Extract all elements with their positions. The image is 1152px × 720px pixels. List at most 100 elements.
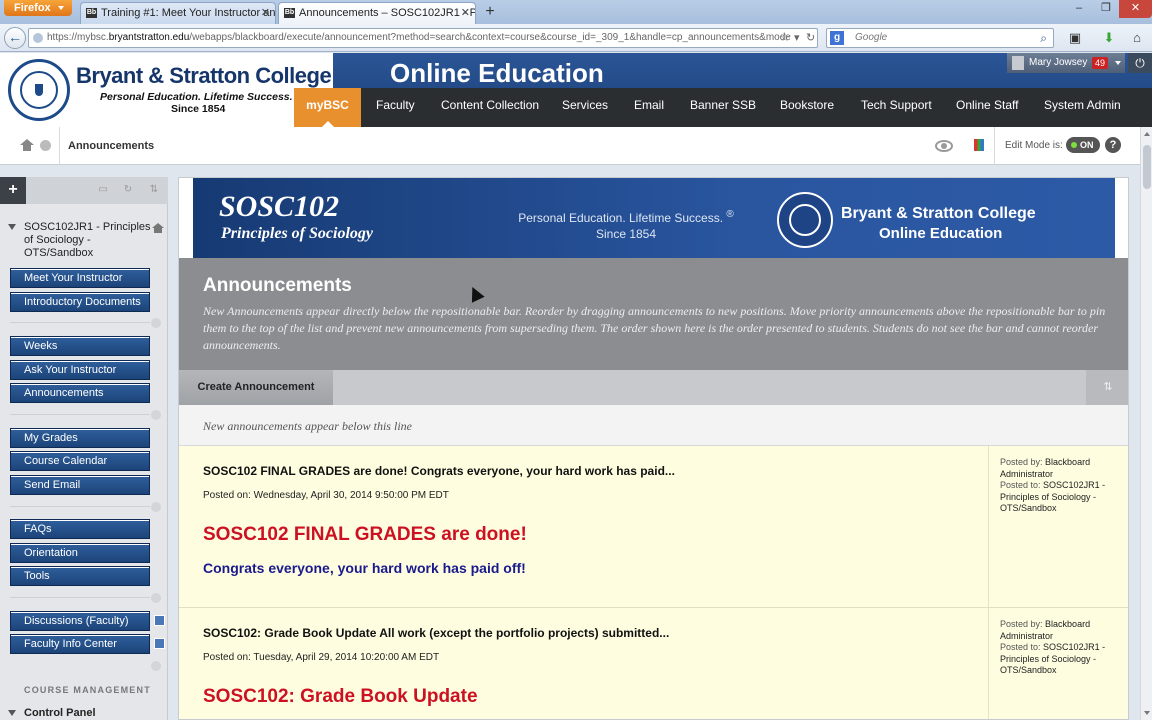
collapse-caret-icon[interactable] bbox=[8, 710, 16, 716]
color-theme-icon[interactable] bbox=[974, 139, 984, 151]
course-title[interactable]: SOSC102JR1 - Principles of Sociology - O… bbox=[8, 221, 152, 260]
portal-title: Online Education bbox=[390, 58, 604, 88]
scroll-up-icon[interactable] bbox=[1144, 132, 1150, 136]
create-announcement-button[interactable]: Create Announcement bbox=[179, 370, 333, 405]
history-dropdown-icon[interactable]: ▾ bbox=[794, 28, 800, 48]
download-arrow-icon[interactable]: ⬇ bbox=[1100, 29, 1118, 47]
page-scrollbar[interactable] bbox=[1140, 127, 1152, 720]
announcement-headline: SOSC102: Grade Book Update bbox=[203, 686, 478, 707]
window-close-icon[interactable]: ✕ bbox=[1119, 0, 1152, 18]
browser-tab-training[interactable]: Bb Training #1: Meet Your Instructor and… bbox=[80, 2, 276, 24]
announcement-body: Congrats everyone, your hard work has pa… bbox=[203, 560, 526, 576]
banner-course-name: Principles of Sociology bbox=[221, 225, 373, 242]
posted-by-label: Posted by: bbox=[1000, 457, 1043, 467]
firefox-menu-button[interactable]: Firefox bbox=[4, 0, 72, 16]
divider bbox=[59, 127, 60, 165]
reorder-icon[interactable]: ⇅ bbox=[1086, 370, 1128, 405]
folder-view-icon[interactable]: ▭ bbox=[96, 183, 110, 197]
new-tab-button[interactable]: + bbox=[480, 3, 500, 22]
notification-badge[interactable]: 49 bbox=[1092, 57, 1109, 69]
sidebar-item-label: Faculty Info Center bbox=[24, 638, 117, 650]
tab-content-collection[interactable]: Content Collection bbox=[441, 88, 539, 127]
sidebar-item-tools[interactable]: Tools bbox=[10, 566, 150, 586]
close-tab-icon[interactable]: ✕ bbox=[461, 3, 470, 23]
course-home-icon[interactable] bbox=[152, 223, 164, 233]
close-tab-icon[interactable]: ✕ bbox=[261, 3, 270, 23]
tab-banner-ssb[interactable]: Banner SSB bbox=[690, 88, 756, 127]
url-prefix: https://mybsc. bbox=[47, 32, 109, 43]
site-header: Bryant & Stratton College Personal Educa… bbox=[0, 53, 1152, 127]
sidebar-toggle-icon[interactable]: ▣ bbox=[1066, 29, 1084, 47]
sidebar-item-my-grades[interactable]: My Grades bbox=[10, 428, 150, 448]
control-panel-toggle[interactable]: Control Panel bbox=[8, 707, 96, 719]
college-logo[interactable]: Bryant & Stratton College Personal Educa… bbox=[0, 53, 333, 127]
sidebar-item-weeks[interactable]: Weeks bbox=[10, 336, 150, 356]
sidebar-item-ask-your-instructor[interactable]: Ask Your Instructor bbox=[10, 360, 150, 380]
refresh-icon[interactable]: ↻ bbox=[121, 183, 135, 197]
course-title-text: SOSC102JR1 - Principles of Sociology - O… bbox=[24, 221, 151, 259]
bookmark-star-icon[interactable]: ☆ bbox=[780, 28, 790, 48]
url-bar[interactable]: https://mybsc.bryantstratton.edu/webapps… bbox=[28, 28, 818, 48]
reload-icon[interactable]: ↻ bbox=[806, 28, 815, 48]
banner-college-name: Bryant & Stratton College bbox=[841, 205, 1036, 222]
announcements-header: Announcements New Announcements appear d… bbox=[179, 258, 1128, 370]
reorder-icon[interactable]: ⇅ bbox=[147, 183, 161, 197]
user-menu[interactable]: Mary Jowsey 49 bbox=[1007, 53, 1125, 73]
sidebar-item-send-email[interactable]: Send Email bbox=[10, 475, 150, 495]
add-menu-item-button[interactable]: + bbox=[0, 177, 26, 204]
student-preview-eye-icon[interactable] bbox=[935, 140, 953, 152]
control-panel-label: Control Panel bbox=[24, 707, 96, 719]
announcement-item[interactable]: SOSC102 FINAL GRADES are done! Congrats … bbox=[179, 446, 1128, 608]
content-area: SOSC102 Principles of Sociology Personal… bbox=[178, 177, 1129, 720]
maximize-icon[interactable]: ❐ bbox=[1093, 0, 1119, 18]
sidebar-item-orientation[interactable]: Orientation bbox=[10, 543, 150, 563]
announcement-headline: SOSC102 FINAL GRADES are done! bbox=[203, 524, 527, 545]
tab-system-admin[interactable]: System Admin bbox=[1044, 88, 1121, 127]
sidebar-item-faculty-info-center[interactable]: Faculty Info Center bbox=[10, 634, 165, 654]
announcement-item[interactable]: SOSC102: Grade Book Update All work (exc… bbox=[179, 608, 1128, 719]
site-identity-icon[interactable] bbox=[33, 33, 43, 43]
home-icon[interactable] bbox=[20, 139, 34, 151]
tab-email[interactable]: Email bbox=[634, 88, 664, 127]
browser-tab-announcements[interactable]: Bb Announcements – SOSC102JR1 - Prin... … bbox=[278, 2, 476, 24]
banner-tagline-text: Personal Education. Lifetime Success. bbox=[518, 211, 724, 225]
repositionable-bar[interactable]: New announcements appear below this line bbox=[179, 405, 1128, 446]
sidebar-item-meet-your-instructor[interactable]: Meet Your Instructor bbox=[10, 268, 150, 288]
banner-course-code: SOSC102 bbox=[219, 190, 340, 223]
tab-bookstore[interactable]: Bookstore bbox=[780, 88, 834, 127]
search-placeholder: Google bbox=[855, 32, 888, 43]
posted-to-label: Posted to: bbox=[1000, 642, 1041, 652]
tab-tech-support[interactable]: Tech Support bbox=[861, 88, 932, 127]
search-input[interactable]: g Google ⌕ bbox=[826, 28, 1054, 48]
subheader-dot-icon bbox=[151, 593, 161, 603]
breadcrumb-menu-icon[interactable] bbox=[40, 140, 51, 151]
subheader-dot-icon bbox=[151, 410, 161, 420]
collapse-caret-icon[interactable] bbox=[8, 224, 16, 230]
course-banner: SOSC102 Principles of Sociology Personal… bbox=[193, 178, 1115, 258]
scroll-down-icon[interactable] bbox=[1144, 711, 1150, 715]
sidebar-item-discussions-faculty[interactable]: Discussions (Faculty) bbox=[10, 611, 165, 631]
minimize-icon[interactable]: – bbox=[1065, 0, 1093, 18]
sidebar-item-course-calendar[interactable]: Course Calendar bbox=[10, 451, 150, 471]
logout-power-icon[interactable]: ⏻ bbox=[1128, 53, 1152, 73]
sidebar-item-introductory-documents[interactable]: Introductory Documents bbox=[10, 292, 150, 312]
google-engine-icon[interactable]: g bbox=[830, 31, 844, 45]
tab-online-staff[interactable]: Online Staff bbox=[956, 88, 1018, 127]
tab-services[interactable]: Services bbox=[562, 88, 608, 127]
external-link-icon bbox=[154, 638, 165, 649]
home-icon[interactable]: ⌂ bbox=[1128, 29, 1146, 47]
search-icon[interactable]: ⌕ bbox=[1040, 29, 1047, 47]
chevron-down-icon bbox=[1115, 61, 1121, 65]
tab-mybsc[interactable]: myBSC bbox=[294, 88, 361, 127]
edit-mode-label: Edit Mode is: bbox=[1005, 140, 1063, 151]
sidebar-item-announcements[interactable]: Announcements bbox=[10, 383, 150, 403]
announcement-title: SOSC102 FINAL GRADES are done! Congrats … bbox=[203, 464, 675, 478]
scrollbar-thumb[interactable] bbox=[1143, 145, 1151, 189]
tab-faculty[interactable]: Faculty bbox=[376, 88, 415, 127]
sidebar-item-faqs[interactable]: FAQs bbox=[10, 519, 150, 539]
course-menu: + ▭ ↻ ⇅ SOSC102JR1 - Principles of Socio… bbox=[0, 177, 168, 720]
edit-mode-toggle[interactable]: ON bbox=[1066, 137, 1100, 153]
announcement-posted-on: Posted on: Tuesday, April 29, 2014 10:20… bbox=[203, 652, 440, 663]
back-arrow-icon[interactable]: ← bbox=[4, 27, 26, 49]
help-icon[interactable]: ? bbox=[1105, 137, 1121, 153]
